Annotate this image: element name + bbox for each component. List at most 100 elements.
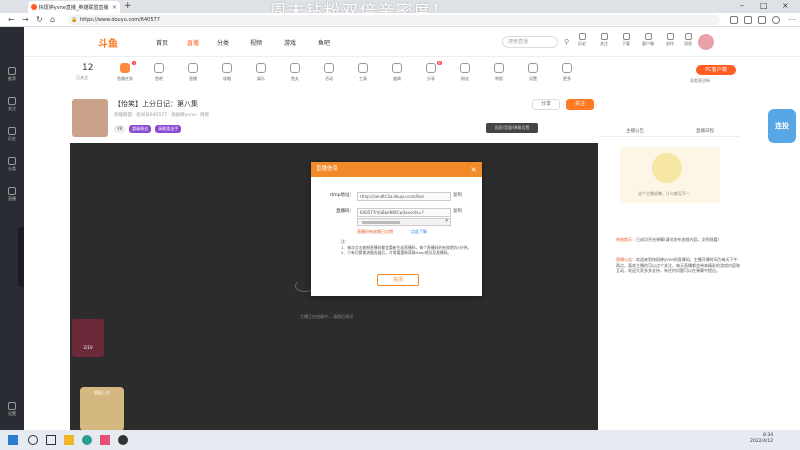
user-avatar[interactable] (698, 34, 714, 50)
streamer-avatar[interactable] (72, 99, 108, 137)
new-tab-button[interactable]: + (124, 1, 132, 11)
start-icon[interactable] (8, 435, 18, 445)
close-icon[interactable]: × (470, 162, 477, 177)
promo-panel[interactable]: 超值上车 (80, 387, 124, 431)
rtmp-field[interactable]: rtmp://sendtc3a.douyu.com/live (357, 192, 451, 201)
task-view-icon[interactable] (46, 435, 56, 445)
server-select[interactable]: ▾ (357, 218, 451, 226)
header-client[interactable]: 客户端 (638, 33, 658, 47)
forward-icon[interactable]: → (22, 15, 29, 24)
browser-tab[interactable]: 快斑婷yvne直播_英雄联盟直播 × (28, 1, 120, 13)
settings-icon (528, 63, 538, 73)
search-input[interactable]: 搜索直播 (502, 36, 558, 48)
history-icon (8, 127, 16, 135)
cat-item[interactable]: 设置 (516, 63, 550, 82)
app-icon[interactable] (100, 435, 110, 445)
rtmp-label: rtmp地址： (329, 193, 354, 198)
pc-client-button[interactable]: PC客户端 (696, 65, 736, 75)
header-message[interactable]: 消息 (678, 33, 698, 47)
site-header: 斗鱼 首页 直播 分类 视频 游戏 鱼吧 搜索直播 ⚲ 历史 关注 下载 客户端… (24, 27, 800, 57)
follow-count[interactable]: 12 (82, 63, 93, 73)
nav-category[interactable]: 分类 (217, 38, 229, 47)
system-clock[interactable]: 8:34 2022/4/12 (750, 433, 773, 445)
sidebar-item-live[interactable]: 直播 (2, 187, 22, 202)
extensions-icon[interactable] (730, 16, 738, 24)
mascot-image (652, 153, 682, 183)
search-icon[interactable] (28, 435, 38, 445)
more-icon (562, 63, 572, 73)
cat-item[interactable]: 分享新 (414, 61, 448, 82)
cat-item[interactable]: 更多 (550, 63, 584, 82)
minimize-button[interactable]: – (740, 1, 744, 10)
nav-yuba[interactable]: 鱼吧 (318, 38, 330, 47)
douyu-page: 推荐 关注 历史 分类 直播 设置 斗鱼 首页 直播 分类 视频 游戏 鱼吧 搜… (0, 27, 800, 431)
tab-announcement[interactable]: 主播公告 (600, 127, 670, 136)
room-tag[interactable]: 超级粉丝 (129, 125, 152, 133)
header-create[interactable]: 创作 (660, 33, 680, 47)
header-history[interactable]: 历史 (572, 33, 592, 47)
cat-item[interactable]: 鱼丸 (278, 63, 312, 82)
ceremony-icon (392, 63, 402, 73)
cat-item[interactable]: 工具 (346, 63, 380, 82)
gift-panel[interactable]: 2/10 (72, 319, 104, 357)
header-download[interactable]: 下载 (616, 33, 636, 47)
close-dialog-button[interactable]: 关闭 (377, 274, 419, 286)
cat-item[interactable]: 鱼塘任务 1 (108, 61, 142, 82)
cat-item[interactable]: 活动 (312, 63, 346, 82)
close-window-button[interactable]: × (782, 1, 789, 10)
edge-icon[interactable] (82, 435, 92, 445)
sidebar-item-settings[interactable]: 设置 (2, 402, 22, 417)
chat-message: 系统提示：已成功开启弹幕(请勿发布违规内容，文明观看) (616, 237, 720, 242)
float-promo-badge[interactable]: 连投 (768, 109, 796, 143)
collections-icon[interactable] (758, 16, 766, 24)
learn-more-link[interactable]: 点此了解 (411, 229, 427, 235)
room-tag[interactable]: 高能狙击手 (155, 125, 182, 133)
file-explorer-icon[interactable] (64, 435, 74, 445)
close-tab-icon[interactable]: × (112, 4, 117, 11)
maximize-button[interactable]: □ (760, 1, 768, 10)
event-icon (324, 63, 334, 73)
url-field[interactable]: 🔒 https://www.douyu.com/640577 (68, 15, 720, 25)
player-settings-button[interactable]: 画质/音量/弹幕设置 (486, 123, 538, 133)
sidebar-item-follow[interactable]: 关注 (2, 97, 22, 112)
cat-item[interactable]: 粉丝 (448, 63, 482, 82)
copy-rtmp-button[interactable]: 复制 (453, 192, 462, 198)
room-tag[interactable]: V8 (114, 125, 126, 133)
refresh-icon[interactable]: ↻ (36, 15, 43, 24)
cat-item[interactable]: 攻略 (210, 63, 244, 82)
nav-live[interactable]: 直播 (187, 38, 199, 47)
profile-icon[interactable] (772, 16, 780, 24)
more-icon[interactable]: ⋯ (788, 15, 796, 24)
right-panel-tabs: 主播公告 直播日程 (600, 127, 740, 137)
category-icon (8, 157, 16, 165)
cat-item[interactable]: 娱乐 (244, 63, 278, 82)
sidebar-item-recommend[interactable]: 推荐 (2, 67, 22, 82)
task-icon (120, 63, 130, 73)
sidebar-item-category[interactable]: 分类 (2, 157, 22, 172)
cat-item[interactable]: 直播 (176, 63, 210, 82)
header-follow[interactable]: 关注 (594, 33, 614, 47)
nav-home[interactable]: 首页 (156, 38, 168, 47)
cat-item[interactable]: 盛典 (380, 63, 414, 82)
douyu-logo[interactable]: 斗鱼 (98, 35, 118, 50)
back-icon[interactable]: ← (8, 15, 15, 24)
key-label: 直播码： (336, 209, 354, 214)
stream-key-field[interactable]: 640577rVuBaeN0tCw3avcets=? (357, 208, 451, 217)
left-sidebar: 推荐 关注 历史 分类 直播 设置 (0, 27, 24, 430)
nav-video[interactable]: 视频 (250, 38, 262, 47)
follow-button[interactable]: 关注 (566, 99, 594, 110)
share-button[interactable]: 分享 (532, 99, 560, 110)
search-icon[interactable]: ⚲ (564, 38, 569, 46)
tab-schedule[interactable]: 直播日程 (670, 127, 740, 136)
sidebar-collapse-handle[interactable] (18, 227, 24, 287)
nav-games[interactable]: 游戏 (284, 38, 296, 47)
favorites-icon[interactable] (744, 16, 752, 24)
windows-taskbar: 8:34 2022/4/12 (0, 430, 800, 450)
cat-item[interactable]: 举报 (482, 63, 516, 82)
cat-item[interactable]: 鱼吧 (142, 63, 176, 82)
home-icon[interactable]: ⌂ (50, 15, 55, 24)
sidebar-item-history[interactable]: 历史 (2, 127, 22, 142)
clock-date: 2022/4/12 (750, 439, 774, 444)
copy-key-button[interactable]: 复制 (453, 208, 462, 214)
app-icon[interactable] (118, 435, 128, 445)
